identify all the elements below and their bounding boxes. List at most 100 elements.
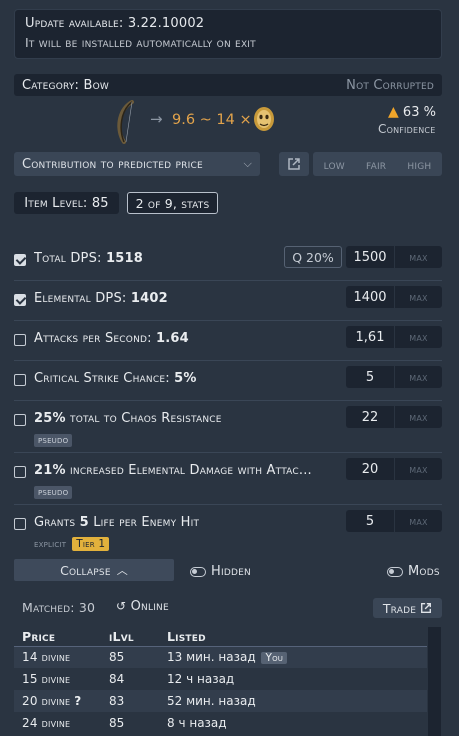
pseudo-tag: pseudo: [34, 486, 73, 499]
row-listed: 12 ч назад: [167, 672, 235, 686]
update-title: Update available: 3.22.10002: [25, 16, 205, 31]
contribution-label: Contribution to predicted price: [22, 156, 203, 172]
trade-label: Trade: [382, 600, 417, 616]
price-filter-group: low fair high: [313, 152, 442, 176]
stats-count-badge[interactable]: 2 of 9, stats: [127, 192, 218, 214]
external-link-icon: [421, 603, 432, 613]
stat-checkbox[interactable]: [14, 334, 26, 346]
stat-label: Grants 5 Life per Enemy Hit: [34, 515, 200, 530]
stat-min-input[interactable]: 20: [346, 458, 394, 480]
stat-checkbox[interactable]: [14, 414, 26, 426]
row-ilvl: 84: [109, 672, 125, 686]
divider: [14, 452, 442, 453]
stat-max-input[interactable]: max: [395, 366, 442, 388]
item-level-badge: Item Level: 85: [14, 192, 119, 214]
filter-low[interactable]: low: [324, 157, 345, 172]
row-listed: 8 ч назад: [167, 716, 227, 730]
col-price[interactable]: Price: [14, 627, 101, 646]
stat-min-input[interactable]: 5: [346, 366, 394, 388]
stat-checkbox[interactable]: [14, 374, 26, 386]
stat-min-input[interactable]: 22: [346, 406, 394, 428]
collapse-label: Collapse: [60, 562, 111, 578]
stat-max-input[interactable]: max: [395, 458, 442, 480]
stat-max-input[interactable]: max: [395, 406, 442, 428]
bow-item-icon: [117, 100, 134, 144]
stat-label: Critical Strike Chance: 5%: [34, 371, 197, 386]
you-badge: You: [261, 652, 288, 665]
chevron-up-icon: ︿: [116, 564, 128, 577]
history-icon: ↺: [116, 599, 127, 613]
row-listed: 52 мин. назад: [159, 690, 427, 712]
explicit-label: explicit: [34, 538, 67, 550]
divider: [14, 320, 442, 321]
confidence-value: ▲ 63 %: [388, 104, 436, 120]
row-listed: 13 мин. назад You: [159, 646, 427, 668]
stat-max-input[interactable]: max: [395, 246, 442, 268]
stat-label: 25% total to Chaos Resistance: [34, 411, 222, 426]
table-row[interactable]: 14 divine 85 13 мин. назад You: [14, 646, 427, 668]
external-link-button[interactable]: [279, 152, 309, 176]
stat-max-input[interactable]: max: [395, 286, 442, 308]
quality-button[interactable]: Q 20%: [284, 246, 342, 268]
confidence-percent: 63 %: [402, 105, 436, 120]
row-price: 14 divine: [14, 646, 101, 668]
hidden-label: Hidden: [211, 564, 251, 579]
stat-label: Attacks per Second: 1.64: [34, 331, 189, 346]
divine-orb-icon: [254, 107, 274, 131]
update-subtitle: It will be installed automatically on ex…: [25, 35, 256, 50]
row-price: 20 divine ?: [14, 690, 101, 712]
filter-fair[interactable]: fair: [366, 157, 386, 172]
stat-label: 21% increased Elemental Damage with Atta…: [34, 463, 312, 478]
arrow-icon: →: [150, 110, 163, 128]
predicted-price: 9.6 ~ 14 ×: [172, 112, 252, 128]
stat-checkbox[interactable]: [14, 466, 26, 478]
matched-count: Matched: 30: [22, 600, 96, 615]
trade-button[interactable]: Trade: [373, 598, 442, 618]
divider: [14, 504, 442, 505]
results-scrollbar[interactable]: [428, 627, 441, 736]
update-banner: Update available: 3.22.10002 It will be …: [14, 9, 442, 59]
category-label: Category: Bow: [22, 77, 109, 93]
toggle-icon: [190, 566, 206, 577]
results-table: Price iLvl Listed 14 divine 85 13 мин. н…: [14, 627, 427, 734]
row-ilvl: 85: [101, 646, 159, 668]
toggle-icon: [387, 566, 403, 577]
stat-checkbox[interactable]: [14, 254, 26, 266]
corruption-status: Not Corrupted: [346, 77, 434, 93]
contribution-dropdown[interactable]: Contribution to predicted price ⌵: [14, 152, 260, 176]
stat-min-input[interactable]: 1400: [346, 286, 394, 308]
online-label: Online: [130, 599, 169, 614]
hidden-toggle[interactable]: Hidden: [190, 564, 251, 579]
filter-high[interactable]: high: [407, 157, 431, 172]
external-link-icon: [288, 158, 300, 170]
confidence-label: Confidence: [378, 122, 436, 136]
stat-max-input[interactable]: max: [395, 326, 442, 348]
mods-toggle[interactable]: Mods: [387, 564, 440, 579]
row-price: 24 divine: [22, 716, 71, 730]
stat-max-input[interactable]: max: [395, 510, 442, 532]
tier-badge: Tier 1: [72, 537, 110, 551]
collapse-button[interactable]: Collapse ︿: [14, 559, 174, 581]
table-row[interactable]: 20 divine ? 83 52 мин. назад: [14, 690, 427, 712]
row-ilvl: 83: [101, 690, 159, 712]
divider: [14, 360, 442, 361]
stat-checkbox[interactable]: [14, 294, 26, 306]
online-filter[interactable]: ↺ Online: [116, 599, 169, 614]
stat-label: Elemental DPS: 1402: [34, 291, 168, 306]
stat-min-input[interactable]: 1,61: [346, 326, 394, 348]
table-row[interactable]: 24 divine 85 8 ч назад: [14, 712, 427, 734]
divider: [14, 400, 442, 401]
pseudo-tag: pseudo: [34, 434, 73, 447]
row-price: 15 divine: [22, 672, 71, 686]
row-ilvl: 85: [109, 716, 125, 730]
warning-icon: ▲: [388, 104, 399, 120]
table-row[interactable]: 15 divine 84 12 ч назад: [14, 668, 427, 690]
col-ilvl[interactable]: iLvl: [101, 627, 159, 646]
divider: [14, 280, 442, 281]
chevron-down-icon: ⌵: [243, 157, 252, 170]
table-header: Price iLvl Listed: [14, 627, 427, 646]
stat-checkbox[interactable]: [14, 518, 26, 530]
col-listed[interactable]: Listed: [159, 627, 427, 646]
stat-min-input[interactable]: 1500: [346, 246, 394, 268]
stat-min-input[interactable]: 5: [346, 510, 394, 532]
